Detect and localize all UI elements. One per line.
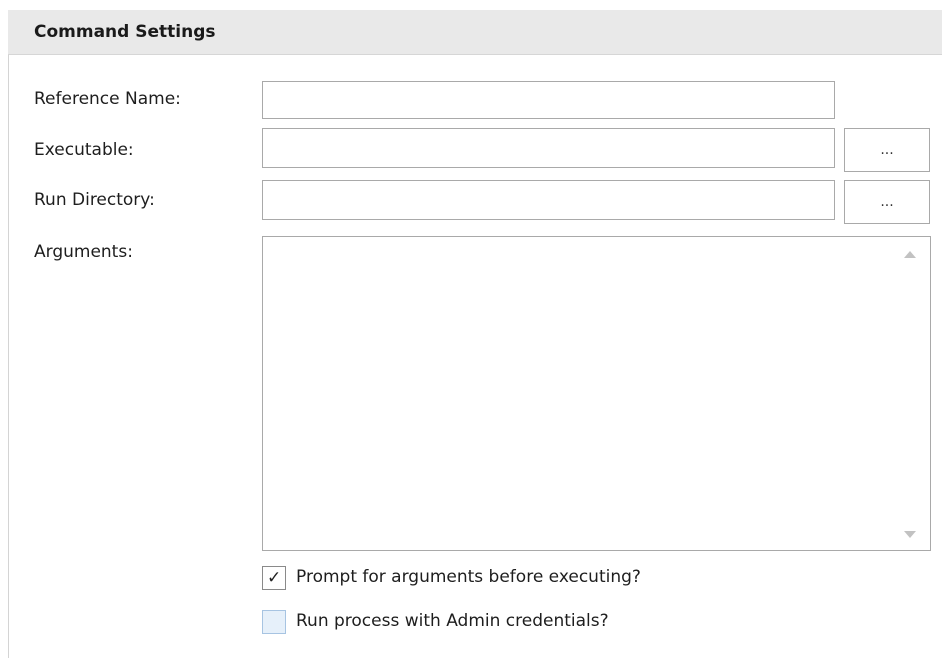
section-header: Command Settings — [8, 10, 942, 55]
executable-browse-label: ... — [880, 142, 894, 158]
arguments-label: Arguments: — [34, 242, 133, 262]
run-directory-browse-button[interactable]: ... — [844, 180, 930, 224]
section-title: Command Settings — [34, 22, 216, 42]
executable-label: Executable: — [34, 140, 134, 160]
run-as-admin-label[interactable]: Run process with Admin credentials? — [296, 611, 609, 631]
triangle-down-icon[interactable] — [904, 531, 916, 538]
reference-name-input[interactable] — [262, 81, 835, 119]
run-as-admin-checkbox[interactable] — [262, 610, 286, 634]
run-directory-label: Run Directory: — [34, 190, 155, 210]
run-directory-browse-label: ... — [880, 194, 894, 210]
arguments-scrollbar[interactable] — [895, 240, 925, 548]
checkmark-icon: ✓ — [267, 568, 282, 588]
arguments-textarea[interactable] — [262, 236, 931, 551]
prompt-arguments-checkbox[interactable]: ✓ — [262, 566, 286, 590]
reference-name-label: Reference Name: — [34, 89, 181, 109]
triangle-up-icon[interactable] — [904, 251, 916, 258]
executable-browse-button[interactable]: ... — [844, 128, 930, 172]
executable-input[interactable] — [262, 128, 835, 168]
run-directory-input[interactable] — [262, 180, 835, 220]
prompt-arguments-label[interactable]: Prompt for arguments before executing? — [296, 567, 641, 587]
